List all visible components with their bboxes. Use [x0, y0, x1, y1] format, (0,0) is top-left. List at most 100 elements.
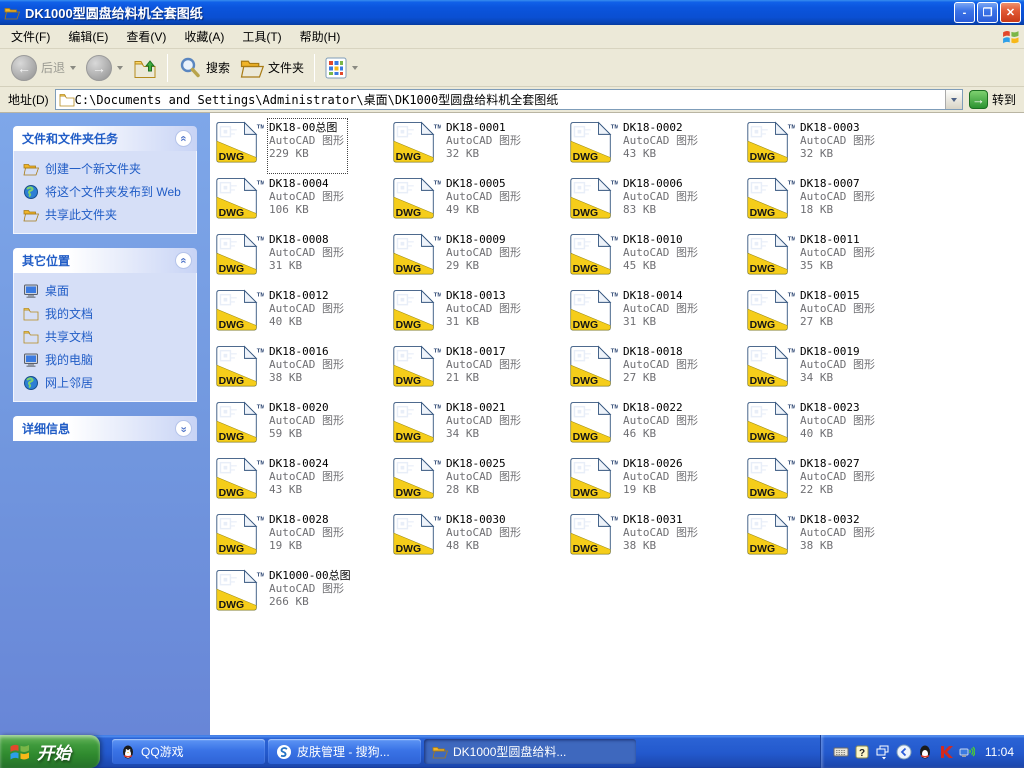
file-tile[interactable]: DK18-0003 AutoCAD 图形 32 KB: [746, 120, 923, 172]
toolbar-separator: [167, 54, 168, 82]
taskbar-button-dk1000-folder[interactable]: DK1000型圆盘给料...: [424, 739, 636, 764]
menu-edit[interactable]: 编辑(E): [59, 25, 117, 48]
file-tile[interactable]: DK18-0016 AutoCAD 图形 38 KB: [215, 344, 392, 396]
hide-tray-icons-chevron[interactable]: [896, 744, 912, 760]
qq-tray-icon[interactable]: [917, 744, 933, 760]
views-dropdown-icon[interactable]: [352, 66, 358, 70]
file-tile[interactable]: DK18-0025 AutoCAD 图形 28 KB: [392, 456, 569, 508]
panel-file-tasks-header[interactable]: 文件和文件夹任务 »: [13, 126, 197, 151]
menu-help[interactable]: 帮助(H): [291, 25, 350, 48]
file-tile[interactable]: DK1000-00总图 AutoCAD 图形 266 KB: [215, 568, 392, 620]
sidebar-item-shared-documents[interactable]: 共享文档: [23, 329, 192, 345]
start-windows-flag-icon: [8, 740, 32, 764]
back-button[interactable]: ← 后退: [6, 52, 81, 84]
publish-web-icon: [23, 184, 39, 200]
taskbar-button-skin-manager[interactable]: 皮肤管理 - 搜狗...: [268, 739, 421, 764]
file-tile[interactable]: DK18-0013 AutoCAD 图形 31 KB: [392, 288, 569, 340]
collapse-chevron-icon[interactable]: »: [175, 252, 192, 269]
file-tile[interactable]: DK18-0026 AutoCAD 图形 19 KB: [569, 456, 746, 508]
dwg-file-icon: [569, 456, 618, 502]
forward-dropdown-icon[interactable]: [117, 66, 123, 70]
file-type: AutoCAD 图形: [269, 190, 344, 203]
sidebar-item-network-places[interactable]: 网上邻居: [23, 375, 192, 391]
file-tile[interactable]: DK18-0007 AutoCAD 图形 18 KB: [746, 176, 923, 228]
address-path[interactable]: C:\Documents and Settings\Administrator\…: [75, 91, 945, 108]
file-tile[interactable]: DK18-0018 AutoCAD 图形 27 KB: [569, 344, 746, 396]
close-button[interactable]: ✕: [1000, 2, 1021, 23]
file-tile[interactable]: DK18-0023 AutoCAD 图形 40 KB: [746, 400, 923, 452]
sidebar-item-share-folder[interactable]: 共享此文件夹: [23, 207, 192, 223]
file-tile[interactable]: DK18-0028 AutoCAD 图形 19 KB: [215, 512, 392, 564]
panel-other-places-header[interactable]: 其它位置 »: [13, 248, 197, 273]
file-tile[interactable]: DK18-0020 AutoCAD 图形 59 KB: [215, 400, 392, 452]
file-tile[interactable]: DK18-0031 AutoCAD 图形 38 KB: [569, 512, 746, 564]
system-tray: ? 11:04: [820, 735, 1024, 768]
taskbar-button-qq-games[interactable]: QQ游戏: [112, 739, 265, 764]
file-tile[interactable]: DK18-0008 AutoCAD 图形 31 KB: [215, 232, 392, 284]
collapse-chevron-icon[interactable]: »: [175, 130, 192, 147]
file-type: AutoCAD 图形: [800, 358, 875, 371]
file-tile[interactable]: DK18-0011 AutoCAD 图形 35 KB: [746, 232, 923, 284]
address-input[interactable]: C:\Documents and Settings\Administrator\…: [55, 89, 963, 110]
file-type: AutoCAD 图形: [800, 302, 875, 315]
file-tile[interactable]: DK18-0030 AutoCAD 图形 48 KB: [392, 512, 569, 564]
file-tile[interactable]: DK18-0006 AutoCAD 图形 83 KB: [569, 176, 746, 228]
forward-button[interactable]: →: [81, 52, 128, 84]
expand-chevron-icon[interactable]: »: [175, 420, 192, 437]
qq-games-icon: [120, 744, 136, 760]
file-tile[interactable]: DK18-0021 AutoCAD 图形 34 KB: [392, 400, 569, 452]
file-tile[interactable]: DK18-0002 AutoCAD 图形 43 KB: [569, 120, 746, 172]
search-button[interactable]: 搜索: [173, 53, 235, 83]
address-folder-icon: [59, 92, 75, 108]
file-tile[interactable]: DK18-0012 AutoCAD 图形 40 KB: [215, 288, 392, 340]
panel-details-header[interactable]: 详细信息 »: [13, 416, 197, 441]
ime-toolbar-icon[interactable]: [875, 744, 891, 760]
minimize-button[interactable]: -: [954, 2, 975, 23]
up-button[interactable]: [128, 53, 162, 83]
sidebar-item-desktop[interactable]: 桌面: [23, 283, 192, 299]
sidebar-item-publish-web[interactable]: 将这个文件夹发布到 Web: [23, 184, 192, 200]
toolbar: ← 后退 → 搜索 文件夹: [0, 49, 1024, 87]
file-tile[interactable]: DK18-0027 AutoCAD 图形 22 KB: [746, 456, 923, 508]
folders-button[interactable]: 文件夹: [235, 53, 309, 83]
file-type: AutoCAD 图形: [269, 470, 344, 483]
views-button[interactable]: [320, 54, 363, 82]
file-type: AutoCAD 图形: [446, 190, 521, 203]
file-tile[interactable]: DK18-0009 AutoCAD 图形 29 KB: [392, 232, 569, 284]
file-tile[interactable]: DK18-0010 AutoCAD 图形 45 KB: [569, 232, 746, 284]
menu-tools[interactable]: 工具(T): [233, 25, 290, 48]
file-tile[interactable]: DK18-0014 AutoCAD 图形 31 KB: [569, 288, 746, 340]
file-size: 43 KB: [623, 147, 698, 160]
file-tile[interactable]: DK18-0001 AutoCAD 图形 32 KB: [392, 120, 569, 172]
tray-clock[interactable]: 11:04: [985, 745, 1014, 759]
back-dropdown-icon[interactable]: [70, 66, 76, 70]
file-tile[interactable]: DK18-00总图 AutoCAD 图形 229 KB: [215, 120, 392, 172]
keyboard-icon[interactable]: [833, 744, 849, 760]
file-name: DK18-0025: [446, 457, 521, 470]
menu-view[interactable]: 查看(V): [117, 25, 175, 48]
restore-button[interactable]: ❐: [977, 2, 998, 23]
folder-up-icon: [133, 56, 157, 80]
views-icon: [325, 57, 347, 79]
sidebar-item-create-folder[interactable]: 创建一个新文件夹: [23, 161, 192, 177]
sidebar-item-my-documents[interactable]: 我的文档: [23, 306, 192, 322]
file-tile[interactable]: DK18-0032 AutoCAD 图形 38 KB: [746, 512, 923, 564]
menu-favorites[interactable]: 收藏(A): [175, 25, 233, 48]
file-tile[interactable]: DK18-0022 AutoCAD 图形 46 KB: [569, 400, 746, 452]
address-dropdown-button[interactable]: [945, 90, 962, 109]
ime-help-icon[interactable]: ?: [854, 744, 870, 760]
file-tile[interactable]: DK18-0019 AutoCAD 图形 34 KB: [746, 344, 923, 396]
kaspersky-icon[interactable]: [938, 744, 954, 760]
file-tile[interactable]: DK18-0017 AutoCAD 图形 21 KB: [392, 344, 569, 396]
file-list-pane[interactable]: DK18-00总图 AutoCAD 图形 229 KB DK18-0001 Au…: [210, 113, 1024, 735]
start-button[interactable]: 开始: [0, 735, 100, 768]
go-button[interactable]: → 转到: [969, 90, 1020, 109]
sidebar-item-my-computer[interactable]: 我的电脑: [23, 352, 192, 368]
file-tile[interactable]: DK18-0005 AutoCAD 图形 49 KB: [392, 176, 569, 228]
file-size: 43 KB: [269, 483, 344, 496]
network-status-icon[interactable]: [959, 744, 975, 760]
menu-file[interactable]: 文件(F): [2, 25, 59, 48]
file-tile[interactable]: DK18-0024 AutoCAD 图形 43 KB: [215, 456, 392, 508]
file-tile[interactable]: DK18-0004 AutoCAD 图形 106 KB: [215, 176, 392, 228]
file-tile[interactable]: DK18-0015 AutoCAD 图形 27 KB: [746, 288, 923, 340]
